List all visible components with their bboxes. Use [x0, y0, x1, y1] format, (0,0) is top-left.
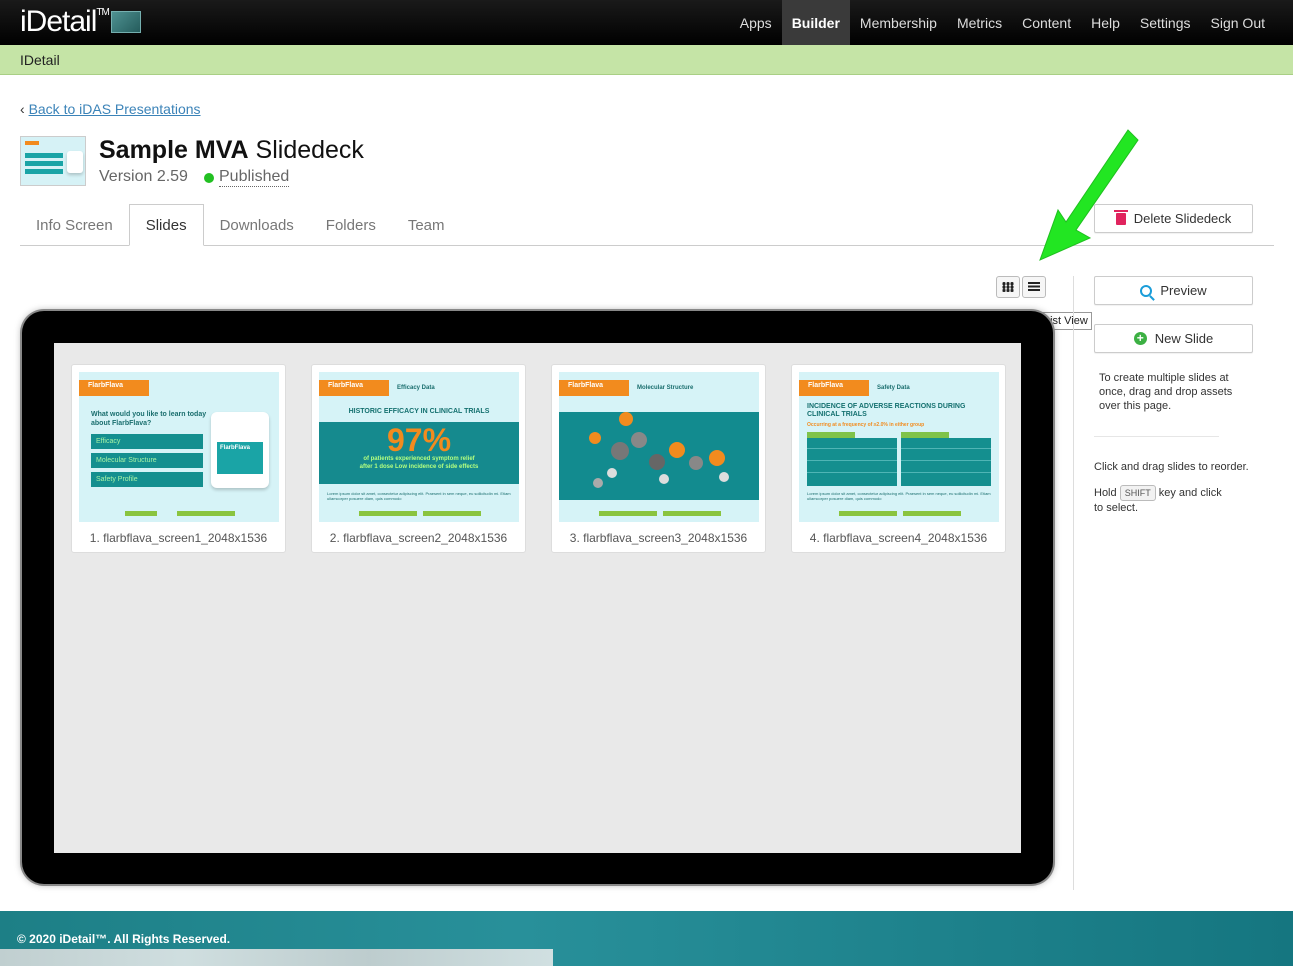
title-bold: Sample MVA: [99, 136, 249, 164]
brand-tag: FlarbFlava: [319, 380, 389, 396]
status-text: Published: [219, 168, 290, 187]
nav-sign-out[interactable]: Sign Out: [1201, 0, 1275, 45]
breadcrumb: ‹ Back to iDAS Presentations: [20, 101, 201, 117]
page-footer: © 2020 iDetail™. All Rights Reserved.: [0, 911, 1293, 966]
nav-builder[interactable]: Builder: [781, 0, 850, 45]
slide-card[interactable]: FlarbFlava Safety Data INCIDENCE OF ADVE…: [791, 364, 1006, 553]
help-key-click: key and click: [1158, 487, 1222, 499]
back-to-presentations-link[interactable]: Back to iDAS Presentations: [29, 101, 201, 117]
brand-tag: FlarbFlava: [799, 380, 869, 396]
slide-caption: 4. flarbflava_screen4_2048x1536: [809, 531, 988, 545]
list-icon: [1028, 282, 1040, 292]
slide-headline: INCIDENCE OF ADVERSE REACTIONS DURING CL…: [807, 403, 966, 418]
data-table-left: [807, 432, 897, 486]
version-label: Version 2.59: [99, 168, 188, 185]
section-title: Safety Data: [877, 385, 910, 391]
status-dot-icon: [204, 172, 214, 183]
tab-team[interactable]: Team: [392, 204, 461, 246]
shift-key-badge: SHIFT: [1119, 485, 1156, 501]
pill-jar-image: FlarbFlava: [211, 412, 269, 488]
status-badge[interactable]: Published: [204, 168, 290, 187]
section-title: Molecular Structure: [637, 385, 694, 391]
slide-thumbnail: FlarbFlava What would you like to learn …: [79, 372, 279, 522]
tab-info-screen[interactable]: Info Screen: [20, 204, 129, 246]
data-table-right: [901, 432, 991, 486]
jar-label: FlarbFlava: [217, 442, 263, 474]
tab-folders[interactable]: Folders: [310, 204, 392, 246]
stat-value: 97%: [386, 422, 452, 458]
logo-cube-icon: [110, 11, 141, 33]
list-view-button[interactable]: [1022, 276, 1046, 298]
org-bar: IDetail: [0, 45, 1293, 75]
pill-efficacy: Efficacy: [91, 434, 203, 449]
sidebar-divider: [1073, 276, 1074, 890]
slide-thumbnail: FlarbFlava Safety Data INCIDENCE OF ADVE…: [799, 372, 999, 522]
grid-icon: [1002, 282, 1014, 292]
org-name: IDetail: [20, 51, 60, 68]
preview-label: Preview: [1160, 283, 1207, 298]
pill-molecular: Molecular Structure: [91, 453, 203, 468]
help-text-reorder: Click and drag slides to reorder.: [1094, 461, 1249, 473]
nav-apps[interactable]: Apps: [730, 0, 782, 45]
magnifier-icon: [1140, 284, 1153, 297]
main-nav: Apps Builder Membership Metrics Content …: [730, 0, 1275, 45]
slide-body-text: Lorem ipsum dolor sit amet, consectetur …: [327, 491, 511, 501]
new-slide-label: New Slide: [1154, 331, 1214, 346]
slide-subhead: Occurring at a frequency of ≥2.0% in eit…: [807, 422, 925, 428]
brand-tag: FlarbFlava: [79, 380, 149, 396]
green-arrow-annotation: [1039, 129, 1139, 261]
logo-text: iDetail: [20, 5, 97, 38]
molecule-image: [559, 412, 759, 500]
section-title: Efficacy Data: [397, 385, 435, 391]
copyright-text: © 2020 iDetail™. All Rights Reserved.: [17, 932, 231, 946]
blurred-strip: [0, 949, 553, 966]
delete-slidedeck-label: Delete Slidedeck: [1133, 211, 1232, 226]
slidedeck-thumbnail: [20, 136, 86, 186]
nav-settings[interactable]: Settings: [1130, 0, 1201, 45]
title-rest: Slidedeck: [255, 136, 364, 164]
page-title: Sample MVA Slidedeck: [99, 136, 364, 165]
help-text-drag-drop: To create multiple slides at once, drag …: [1099, 372, 1233, 412]
slide-thumbnail: FlarbFlava Molecular Structure: [559, 372, 759, 522]
slide-question: What would you like to learn today about…: [91, 411, 207, 427]
brand-tag: FlarbFlava: [559, 380, 629, 396]
slide-caption: 2. flarbflava_screen2_2048x1536: [329, 531, 508, 545]
pill-safety: Safety Profile: [91, 472, 203, 487]
logo-tm: TM: [96, 6, 109, 18]
help-to-select: to select.: [1094, 502, 1139, 514]
tab-downloads[interactable]: Downloads: [204, 204, 310, 246]
help-hold: Hold: [1094, 487, 1117, 499]
nav-help[interactable]: Help: [1081, 0, 1130, 45]
slide-headline: HISTORIC EFFICACY IN CLINICAL TRIALS: [348, 408, 490, 415]
sidebar-separator: [1094, 436, 1219, 437]
slide-caption: 3. flarbflava_screen3_2048x1536: [569, 531, 748, 545]
top-nav-bar: iDetail TM Apps Builder Membership Metric…: [0, 0, 1293, 45]
chevron-left-icon: ‹: [20, 101, 25, 117]
grid-view-button[interactable]: [996, 276, 1020, 298]
slide-card[interactable]: FlarbFlava What would you like to learn …: [71, 364, 286, 553]
slide-thumbnail: FlarbFlava Efficacy Data HISTORIC EFFICA…: [319, 372, 519, 522]
slide-caption: 1. flarbflava_screen1_2048x1536: [89, 531, 268, 545]
tab-slides[interactable]: Slides: [128, 204, 204, 246]
nav-metrics[interactable]: Metrics: [947, 0, 1012, 45]
slide-card[interactable]: FlarbFlava Efficacy Data HISTORIC EFFICA…: [311, 364, 526, 553]
nav-membership[interactable]: Membership: [850, 0, 947, 45]
slide-card[interactable]: FlarbFlava Molecular Structure 3. flarbf…: [551, 364, 766, 553]
new-slide-button[interactable]: + New Slide: [1094, 324, 1253, 353]
slide-body-text: Lorem ipsum dolor sit amet, consectetur …: [807, 491, 991, 501]
stat-caption: of patients experienced symptom relief a…: [359, 456, 479, 470]
plus-circle-icon: +: [1133, 332, 1147, 345]
help-text-select: Hold SHIFT key and click to select.: [1094, 485, 1254, 515]
preview-button[interactable]: Preview: [1094, 276, 1253, 305]
nav-content[interactable]: Content: [1012, 0, 1081, 45]
app-logo[interactable]: iDetail TM: [20, 4, 141, 40]
